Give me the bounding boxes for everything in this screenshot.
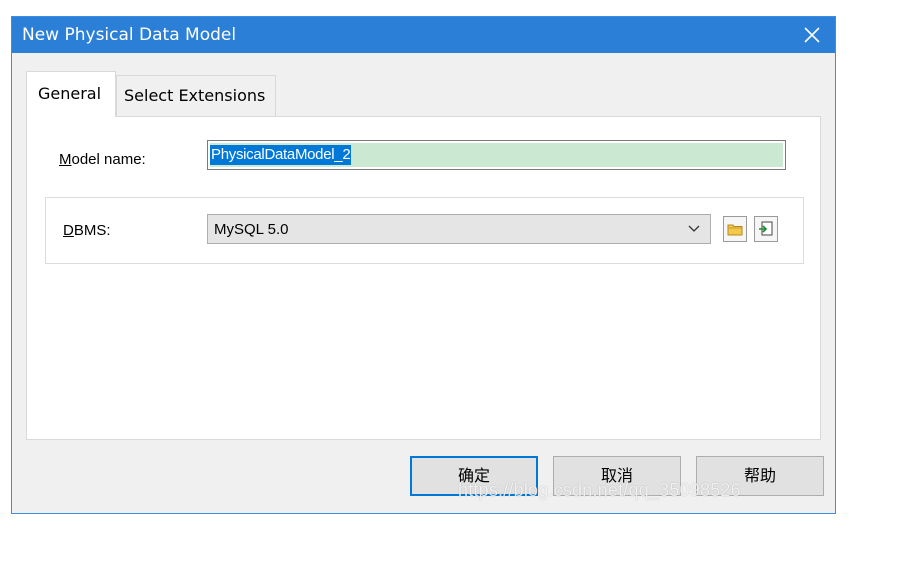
chevron-down-icon [688, 225, 700, 232]
window-title: New Physical Data Model [22, 25, 237, 45]
dbms-selected-value: MySQL 5.0 [214, 221, 289, 238]
close-button[interactable] [789, 17, 835, 53]
model-name-label-rest: odel name: [71, 151, 146, 168]
new-physical-data-model-dialog: New Physical Data Model General Select E… [11, 16, 836, 514]
browse-folder-button[interactable] [723, 216, 747, 242]
title-bar: New Physical Data Model [12, 17, 835, 53]
watermark-text: https://blog.csdn.net/qq_35098526 [458, 480, 741, 500]
dbms-label-rest: BMS: [73, 222, 111, 239]
close-icon [804, 27, 820, 43]
tab-general[interactable]: General [26, 71, 116, 117]
folder-icon [727, 224, 743, 236]
tab-general-label: General [38, 84, 102, 103]
model-name-value: PhysicalDataModel_2 [210, 145, 352, 165]
dbms-label: DBMS: [63, 222, 111, 239]
model-name-field[interactable]: PhysicalDataModel_2 [207, 140, 786, 170]
general-panel: Model name: PhysicalDataModel_2 DBMS: My… [26, 116, 821, 440]
model-name-label: Model name: [59, 151, 146, 168]
import-button[interactable] [754, 216, 778, 242]
import-icon [759, 221, 773, 236]
tab-select-extensions[interactable]: Select Extensions [116, 75, 276, 117]
dbms-dropdown[interactable]: MySQL 5.0 [207, 214, 711, 244]
dbms-group: DBMS: MySQL 5.0 [45, 197, 804, 264]
tab-select-extensions-label: Select Extensions [124, 86, 266, 105]
